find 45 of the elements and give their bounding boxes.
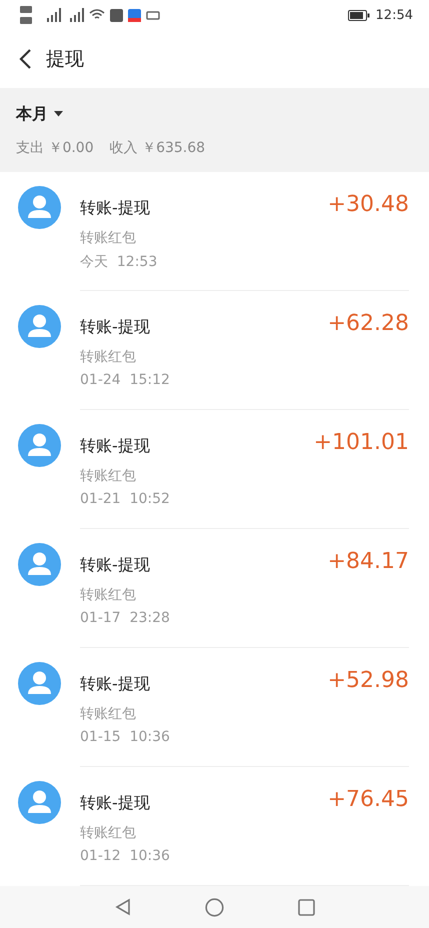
record-title: 转账-提现 xyxy=(80,317,150,338)
income-total: 收入 ￥635.68 xyxy=(110,138,206,156)
back-icon[interactable] xyxy=(18,48,32,70)
recents-nav-icon[interactable] xyxy=(298,898,314,916)
period-selector[interactable]: 本月 xyxy=(16,104,48,124)
record-subtitle: 转账红包 xyxy=(80,348,137,366)
back-nav-icon[interactable] xyxy=(114,898,130,916)
avatar-icon xyxy=(18,662,61,705)
record-subtitle: 转账红包 xyxy=(80,467,137,485)
record-time: 01-17 23:28 xyxy=(80,610,171,626)
record-title: 转账-提现 xyxy=(80,436,150,457)
app-icon xyxy=(110,8,123,22)
avatar-icon xyxy=(18,305,61,348)
avatar-icon xyxy=(18,543,61,586)
dropdown-icon[interactable] xyxy=(54,111,63,117)
avatar-icon xyxy=(18,424,61,467)
wifi-icon xyxy=(89,9,105,21)
avatar-icon xyxy=(18,781,61,824)
page-title: 提现 xyxy=(46,47,84,72)
home-nav-icon[interactable] xyxy=(204,898,224,916)
record-title: 转账-提现 xyxy=(80,674,150,695)
record-amount: +62.28 xyxy=(328,311,409,336)
expense-total: 支出 ￥0.00 xyxy=(16,138,94,156)
record-subtitle: 转账红包 xyxy=(80,705,137,723)
record-amount: +101.01 xyxy=(314,430,409,455)
record-title: 转账-提现 xyxy=(80,555,150,576)
record-subtitle: 转账红包 xyxy=(80,586,137,604)
record-subtitle: 转账红包 xyxy=(80,824,137,842)
record-title: 转账-提现 xyxy=(80,793,150,814)
record-title: 转账-提现 xyxy=(80,198,150,219)
record-amount: +52.98 xyxy=(328,668,409,693)
record-amount: +30.48 xyxy=(328,192,409,217)
record-amount: +76.45 xyxy=(328,787,409,812)
app-icon xyxy=(146,8,160,22)
avatar-icon xyxy=(18,186,61,229)
status-time: 12:54 xyxy=(376,8,413,22)
record-time: 01-12 10:36 xyxy=(80,848,171,864)
battery-icon xyxy=(348,10,370,20)
record-time: 01-21 10:52 xyxy=(80,491,171,507)
record-time: 01-24 15:12 xyxy=(80,372,171,388)
record-time: 01-15 10:36 xyxy=(80,729,171,745)
record-time: 今天 12:53 xyxy=(80,253,158,271)
record-subtitle: 转账红包 xyxy=(80,229,137,247)
app-icon xyxy=(128,8,141,22)
record-amount: +84.17 xyxy=(328,549,409,574)
